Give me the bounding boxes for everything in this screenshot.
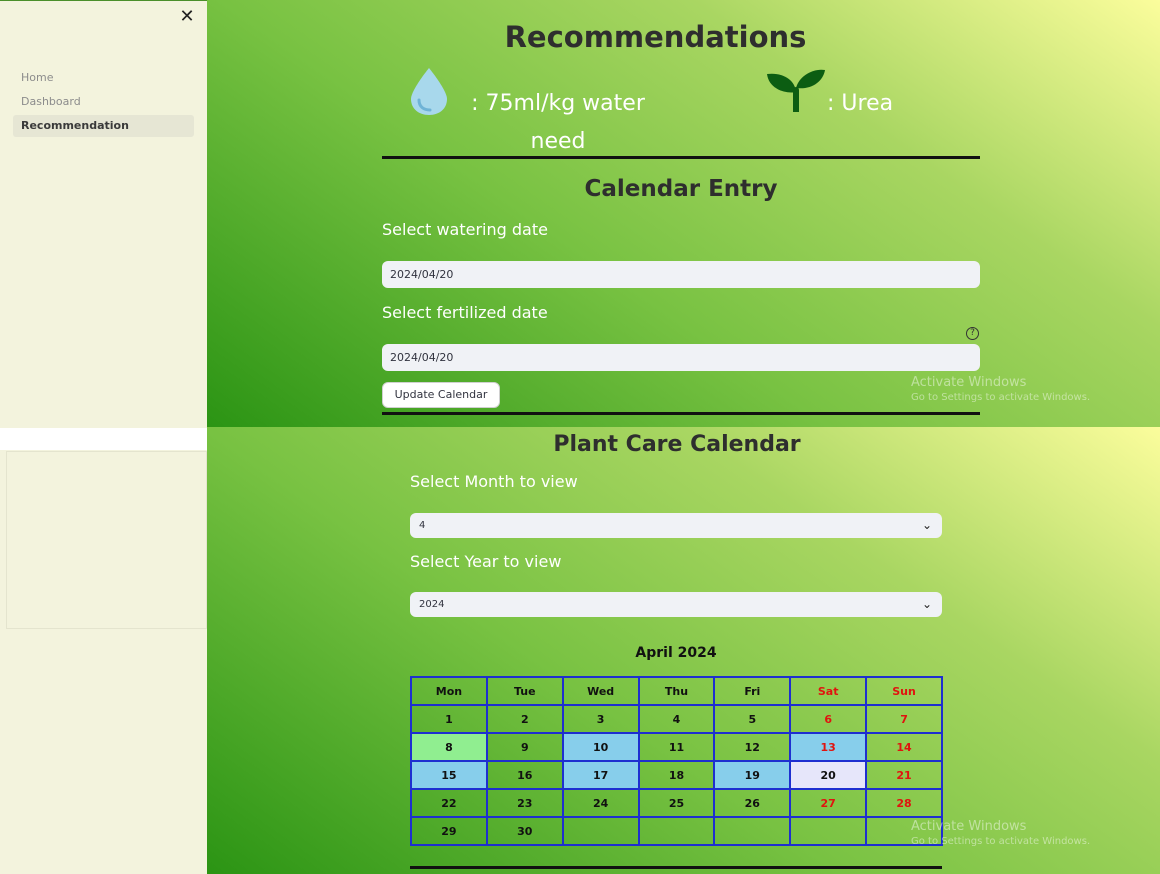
calendar-day: 29 xyxy=(410,816,488,846)
plant-care-title: Plant Care Calendar xyxy=(553,432,801,457)
calendar-day-watered: 10 xyxy=(561,732,640,762)
divider-strip xyxy=(0,428,212,450)
recommendation-section: Recommendations : 75ml/kg water need : U… xyxy=(207,0,1160,427)
watering-date-label: Select watering date xyxy=(382,220,548,239)
watermark-subtitle: Go to Settings to activate Windows. xyxy=(911,392,1091,403)
watermark-title: Activate Windows xyxy=(911,819,1027,834)
water-need-text: : 75ml/kg water need xyxy=(471,91,645,154)
weekday-header: Sun xyxy=(865,676,943,706)
sidebar-item-dashboard[interactable]: Dashboard xyxy=(13,91,194,113)
calendar-day: 25 xyxy=(637,788,716,818)
weekday-header: Sat xyxy=(789,676,868,706)
calendar-day-watered: 19 xyxy=(713,760,792,790)
calendar-entry-title: Calendar Entry xyxy=(584,176,778,202)
plant-care-section: Plant Care Calendar Select Month to view… xyxy=(207,427,1160,874)
sidebar-nav: Home Dashboard Recommendation xyxy=(13,67,194,139)
page-title: Recommendations xyxy=(504,20,807,54)
sidebar-item-recommendation[interactable]: Recommendation xyxy=(13,115,194,137)
calendar-day-watered: 15 xyxy=(410,760,488,790)
calendar-day: 22 xyxy=(410,788,488,818)
sidebar-panel xyxy=(6,451,207,629)
help-icon[interactable]: ? xyxy=(966,327,979,340)
calendar-week-row: 22 23 24 25 26 27 28 xyxy=(410,788,943,818)
calendar-week-row: 15 16 17 18 19 20 21 xyxy=(410,760,943,790)
water-drop-icon xyxy=(411,68,447,115)
weekday-header: Wed xyxy=(561,676,640,706)
calendar-month-title: April 2024 xyxy=(635,645,717,661)
calendar-day: 16 xyxy=(485,760,564,790)
calendar-day: 26 xyxy=(713,788,792,818)
calendar-day-empty xyxy=(789,816,868,846)
year-select[interactable]: 2024 ⌄ xyxy=(410,592,942,617)
recommendation-row: : 75ml/kg water need : Urea xyxy=(407,66,967,156)
plant-care-calendar: Mon Tue Wed Thu Fri Sat Sun 1 2 3 4 5 6 … xyxy=(410,676,943,846)
fertilizer-text: : Urea xyxy=(827,91,894,116)
fertilized-date-label: Select fertilized date xyxy=(382,303,548,322)
weekday-header: Tue xyxy=(485,676,564,706)
chevron-down-icon: ⌄ xyxy=(921,518,932,532)
section-divider xyxy=(382,412,980,415)
calendar-day: 21 xyxy=(865,760,943,790)
section-divider xyxy=(382,156,980,159)
watering-date-input[interactable]: 2024/04/20 xyxy=(382,261,980,288)
calendar-day-fertilized: 8 xyxy=(410,732,488,762)
calendar-day-empty xyxy=(637,816,716,846)
chevron-down-icon: ⌄ xyxy=(921,597,932,611)
calendar-day: 3 xyxy=(561,704,640,734)
calendar-day: 18 xyxy=(637,760,716,790)
month-select-label: Select Month to view xyxy=(410,472,578,491)
calendar-week-row: 1 2 3 4 5 6 7 xyxy=(410,704,943,734)
watermark-subtitle: Go to Settings to activate Windows. xyxy=(911,836,1091,847)
watermark-title: Activate Windows xyxy=(911,375,1027,390)
calendar-day: 30 xyxy=(485,816,564,846)
weekday-header-row: Mon Tue Wed Thu Fri Sat Sun xyxy=(410,676,943,706)
year-select-label: Select Year to view xyxy=(410,552,562,571)
sidebar-item-home[interactable]: Home xyxy=(13,67,194,89)
calendar-day-empty xyxy=(561,816,640,846)
calendar-day-empty xyxy=(713,816,792,846)
month-select[interactable]: 4 ⌄ xyxy=(410,513,942,538)
year-select-value: 2024 xyxy=(419,599,445,610)
calendar-day: 4 xyxy=(637,704,716,734)
calendar-day: 23 xyxy=(485,788,564,818)
calendar-day: 7 xyxy=(865,704,943,734)
section-divider xyxy=(410,866,942,869)
weekday-header: Mon xyxy=(410,676,488,706)
weekday-header: Thu xyxy=(637,676,716,706)
calendar-day: 5 xyxy=(713,704,792,734)
calendar-day: 9 xyxy=(485,732,564,762)
calendar-day-watered: 13 xyxy=(789,732,868,762)
calendar-day: 2 xyxy=(485,704,564,734)
calendar-day: 1 xyxy=(410,704,488,734)
fertilized-date-input[interactable]: 2024/04/20 xyxy=(382,344,980,371)
sprout-icon xyxy=(767,69,825,112)
calendar-day: 12 xyxy=(713,732,792,762)
calendar-day-selected: 20 xyxy=(789,760,868,790)
calendar-day: 11 xyxy=(637,732,716,762)
calendar-week-row: 29 30 xyxy=(410,816,943,846)
weekday-header: Fri xyxy=(713,676,792,706)
calendar-day: 27 xyxy=(789,788,868,818)
calendar-day: 14 xyxy=(865,732,943,762)
calendar-day-watered: 17 xyxy=(561,760,640,790)
calendar-day: 6 xyxy=(789,704,868,734)
calendar-day: 24 xyxy=(561,788,640,818)
update-calendar-button[interactable]: Update Calendar xyxy=(382,382,500,408)
calendar-week-row: 8 9 10 11 12 13 14 xyxy=(410,732,943,762)
calendar-day: 28 xyxy=(865,788,943,818)
month-select-value: 4 xyxy=(419,520,426,531)
